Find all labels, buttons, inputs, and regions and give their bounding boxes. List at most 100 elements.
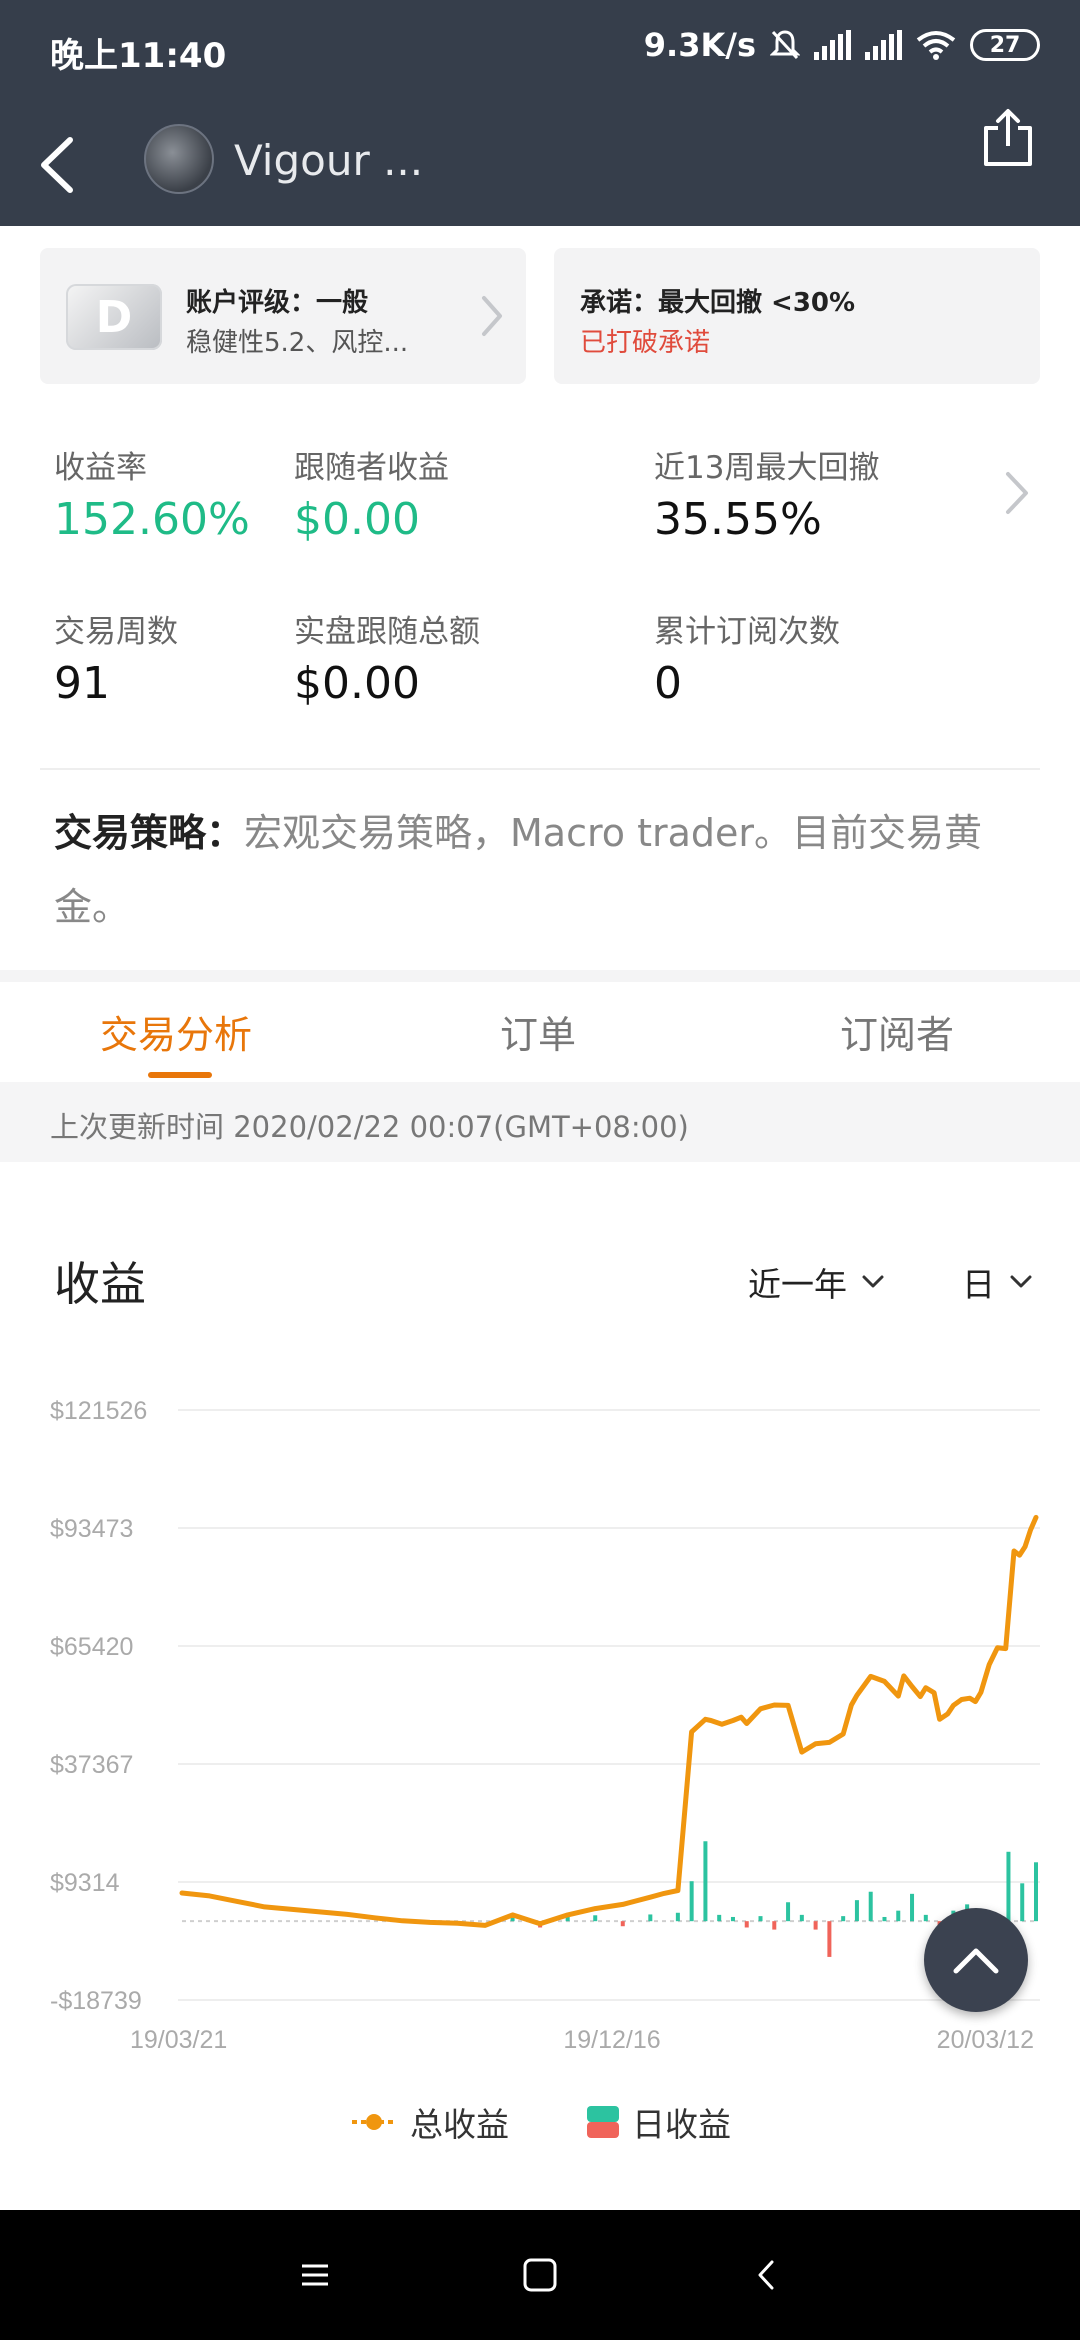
y-tick-label: $121526 bbox=[50, 1397, 147, 1425]
live-follow-total-label: 实盘跟随总额 bbox=[294, 614, 480, 650]
strategy-text: 交易策略：宏观交易策略，Macro trader。目前交易黄金。 bbox=[54, 796, 1014, 944]
back-icon[interactable] bbox=[742, 2250, 792, 2300]
promise-status: 已打破承诺 bbox=[580, 328, 711, 358]
interval-dropdown[interactable]: 日 bbox=[962, 1258, 1033, 1306]
update-bar: 上次更新时间 2020/02/22 00:07(GMT+08:00) bbox=[0, 1082, 1080, 1162]
daily-profit-bar bbox=[841, 1916, 846, 1922]
line-legend-icon bbox=[352, 2114, 396, 2130]
daily-profit-bar bbox=[799, 1914, 804, 1922]
bell-off-icon bbox=[770, 30, 800, 60]
scroll-top-button[interactable] bbox=[924, 1908, 1028, 2012]
x-tick-label: 20/03/12 bbox=[937, 2026, 1034, 2054]
update-time: 上次更新时间 2020/02/22 00:07(GMT+08:00) bbox=[50, 1110, 689, 1144]
x-tick-label: 19/03/21 bbox=[130, 2026, 227, 2054]
tab-trade-analysis[interactable]: 交易分析 bbox=[100, 1004, 252, 1059]
hd-signal-icon bbox=[865, 30, 902, 60]
daily-profit-bar bbox=[648, 1914, 653, 1922]
max-drawdown-value: 35.55% bbox=[654, 494, 822, 545]
avatar[interactable] bbox=[144, 124, 214, 194]
total-profit-line bbox=[179, 1514, 1039, 1928]
daily-profit-bar bbox=[786, 1902, 791, 1922]
battery-icon: 27 bbox=[970, 29, 1040, 61]
daily-profit-bar bbox=[923, 1914, 928, 1922]
daily-profit-bar bbox=[827, 1921, 832, 1957]
return-rate-label: 收益率 bbox=[54, 450, 147, 486]
legend-total-profit: 总收益 bbox=[350, 2098, 509, 2146]
interval-value: 日 bbox=[962, 1265, 995, 1304]
rating-title: 账户评级：一般 bbox=[186, 288, 369, 318]
max-drawdown-label: 近13周最大回撤 bbox=[654, 450, 880, 486]
follower-profit-label: 跟随者收益 bbox=[294, 450, 449, 486]
rating-subtitle: 稳健性5.2、风控... bbox=[186, 328, 409, 358]
wifi-icon bbox=[916, 31, 956, 60]
divider bbox=[40, 768, 1040, 770]
daily-profit-bar bbox=[896, 1910, 901, 1922]
chevron-down-icon bbox=[862, 1275, 884, 1288]
bar-legend-icon bbox=[587, 2106, 619, 2138]
section-gap bbox=[0, 970, 1080, 982]
strategy-label: 交易策略： bbox=[54, 811, 245, 855]
range-value: 近一年 bbox=[748, 1265, 847, 1304]
back-button[interactable] bbox=[30, 130, 90, 200]
daily-profit-bar bbox=[758, 1916, 763, 1922]
return-rate-value: 152.60% bbox=[54, 494, 250, 545]
y-tick-label: $65420 bbox=[50, 1633, 133, 1661]
daily-profit-bar bbox=[772, 1921, 777, 1930]
daily-profit-bar bbox=[813, 1921, 818, 1930]
chart-title: 收益 bbox=[54, 1257, 146, 1311]
y-tick-label: $9314 bbox=[50, 1869, 120, 1897]
live-follow-total-value: $0.00 bbox=[294, 658, 420, 709]
follower-profit-value: $0.00 bbox=[294, 494, 420, 545]
daily-profit-bar bbox=[868, 1891, 873, 1922]
share-icon[interactable] bbox=[980, 106, 1036, 170]
daily-profit-bar bbox=[593, 1915, 598, 1922]
chevron-up-icon bbox=[953, 1948, 999, 1974]
daily-profit-bar bbox=[620, 1921, 625, 1927]
y-tick-label: $37367 bbox=[50, 1751, 133, 1779]
y-tick-label: -$18739 bbox=[50, 1987, 142, 2015]
home-square-icon[interactable] bbox=[515, 2250, 565, 2300]
trade-weeks-value: 91 bbox=[54, 658, 110, 709]
daily-profit-bar bbox=[854, 1900, 859, 1922]
chevron-right-icon[interactable] bbox=[1004, 470, 1030, 516]
legend-daily-label: 日收益 bbox=[632, 2105, 731, 2144]
net-speed: 9.3K/s bbox=[643, 26, 756, 64]
promise-card: 承诺：最大回撤 <30% 已打破承诺 bbox=[554, 248, 1040, 384]
system-nav-bar bbox=[0, 2210, 1080, 2340]
promise-title: 承诺：最大回撤 <30% bbox=[580, 288, 856, 318]
daily-profit-bar bbox=[675, 1912, 680, 1922]
status-bar: 晚上11:40 9.3K/s 27 bbox=[0, 0, 1080, 96]
tab-underline bbox=[148, 1072, 212, 1078]
rating-card[interactable]: D 账户评级：一般 稳健性5.2、风控... bbox=[40, 248, 526, 384]
legend-daily-profit: 日收益 bbox=[586, 2098, 731, 2146]
daily-profit-bar bbox=[1020, 1883, 1025, 1922]
daily-profit-bar bbox=[730, 1916, 735, 1922]
daily-profit-bar bbox=[882, 1916, 887, 1922]
profit-chart: $121526 $93473 $65420 $37367 $9314 -$18739 19/… bbox=[50, 1397, 1040, 2054]
daily-profit-bar bbox=[910, 1893, 915, 1922]
app-header: 晚上11:40 9.3K/s 27 Vigour ... bbox=[0, 0, 1080, 226]
rating-badge: D bbox=[66, 284, 162, 350]
subscriptions-label: 累计订阅次数 bbox=[654, 614, 840, 650]
daily-profit-bar bbox=[1034, 1862, 1038, 1922]
hd-signal-icon bbox=[814, 30, 851, 60]
menu-icon[interactable] bbox=[290, 2250, 340, 2300]
chevron-right-icon bbox=[482, 296, 502, 336]
tab-subscribers[interactable]: 订阅者 bbox=[840, 1004, 954, 1059]
tab-bar: 交易分析 订单 订阅者 bbox=[0, 982, 1080, 1082]
page-title: Vigour ... bbox=[234, 136, 424, 185]
subscriptions-value: 0 bbox=[654, 658, 682, 709]
daily-profit-bar bbox=[744, 1921, 749, 1928]
trade-weeks-label: 交易周数 bbox=[54, 614, 178, 650]
x-tick-label: 19/12/16 bbox=[563, 2026, 660, 2054]
daily-profit-bar bbox=[1006, 1851, 1011, 1922]
daily-profit-bar bbox=[689, 1881, 694, 1922]
chevron-down-icon bbox=[1010, 1275, 1032, 1288]
status-time: 晚上11:40 bbox=[50, 36, 227, 76]
y-tick-label: $93473 bbox=[50, 1515, 133, 1543]
daily-profit-bar bbox=[703, 1841, 708, 1922]
tab-orders[interactable]: 订单 bbox=[500, 1004, 576, 1059]
range-dropdown[interactable]: 近一年 bbox=[748, 1258, 885, 1306]
daily-profit-bar bbox=[717, 1914, 722, 1922]
status-icons: 9.3K/s 27 bbox=[644, 26, 1040, 64]
